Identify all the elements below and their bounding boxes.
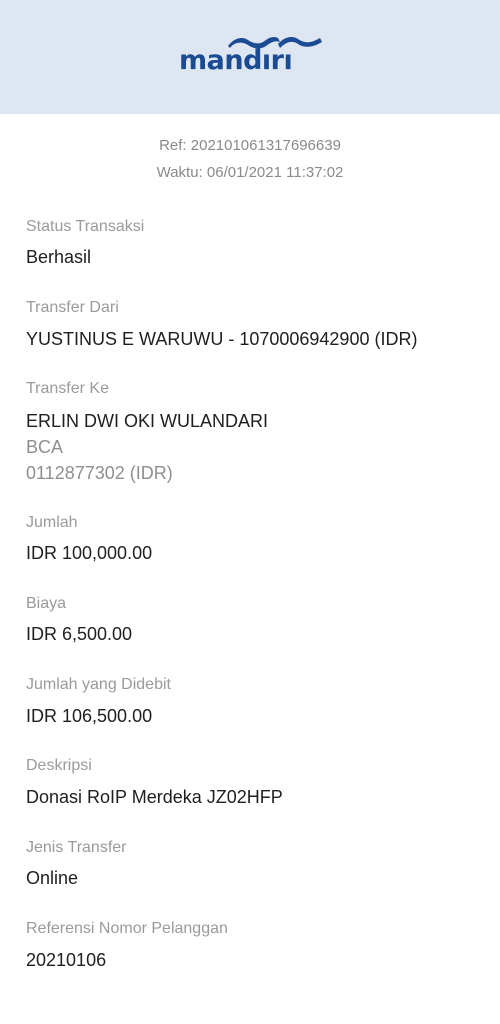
- status-label: Status Transaksi: [26, 218, 145, 235]
- fee-value: IDR 6,500.00: [26, 624, 133, 644]
- transaction-time: Waktu: 06/01/2021 11:37:02: [156, 164, 344, 181]
- description-value: Donasi RoIP Merdeka JZ02HFP: [26, 787, 283, 807]
- status-value: Berhasil: [26, 247, 92, 267]
- customer-ref-value: 20210106: [26, 950, 107, 970]
- debited-label: Jumlah yang Didebit: [26, 676, 171, 693]
- reference-number: Ref: 202101061317696639: [159, 137, 341, 154]
- customer-ref-label: Referensi Nomor Pelanggan: [26, 920, 228, 937]
- transfer-type-label: Jenis Transfer: [26, 839, 127, 856]
- mandiri-logo: mandırı: [178, 34, 324, 80]
- description-label: Deskripsi: [26, 757, 92, 774]
- amount-label: Jumlah: [26, 514, 78, 531]
- header-banner: mandırı: [0, 0, 500, 114]
- transfer-to-label: Transfer Ke: [26, 380, 109, 397]
- transfer-type-value: Online: [26, 868, 79, 888]
- recipient-account: 0112877302 (IDR): [26, 463, 173, 483]
- debited-value: IDR 106,500.00: [26, 706, 153, 726]
- recipient-bank: BCA: [26, 437, 64, 457]
- amount-value: IDR 100,000.00: [26, 543, 153, 563]
- recipient-name: ERLIN DWI OKI WULANDARI: [26, 411, 269, 431]
- logo-wordmark: mandırı: [179, 45, 293, 76]
- fee-label: Biaya: [26, 595, 67, 612]
- transfer-from-value: YUSTINUS E WARUWU - 1070006942900 (IDR): [26, 329, 418, 349]
- transfer-from-label: Transfer Dari: [26, 299, 119, 316]
